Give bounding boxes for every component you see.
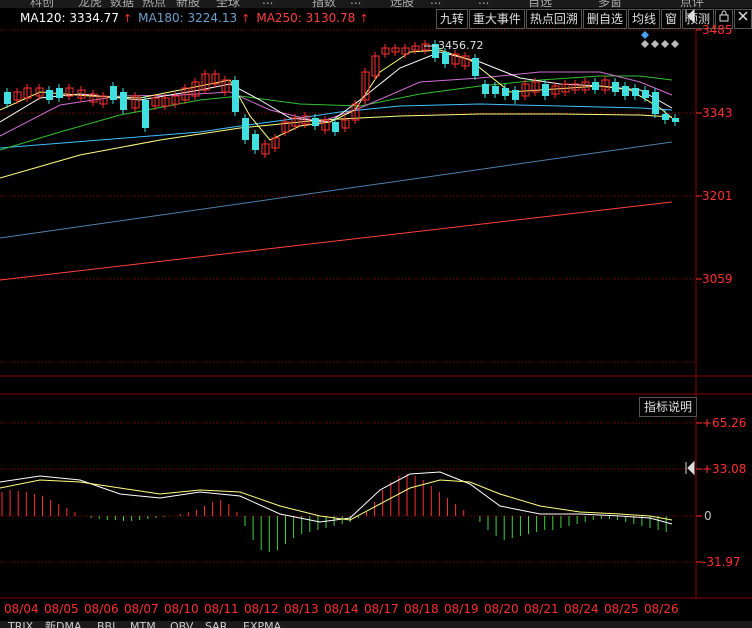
candle-body <box>142 100 149 128</box>
diamond-icon <box>661 40 669 48</box>
candle-body <box>652 92 659 114</box>
candle-body <box>482 84 489 94</box>
date-label: 08/11 <box>204 602 239 616</box>
candle-body <box>672 118 679 122</box>
candle-body <box>120 92 127 110</box>
indicator-tabs: TRIX 新DMA BBI MTM OBV SAR EXPMA <box>0 621 752 628</box>
date-label: 08/25 <box>604 602 639 616</box>
date-label: 08/13 <box>284 602 319 616</box>
date-label: 08/06 <box>84 602 119 616</box>
date-label: 08/18 <box>404 602 439 616</box>
candle-body <box>46 90 53 100</box>
macd-tick-label: 0 <box>704 509 712 523</box>
candle-body <box>312 118 319 126</box>
diamond-icon <box>671 40 679 48</box>
macd-tick-label: -31.97 <box>702 555 741 569</box>
candle-body <box>662 114 669 120</box>
candle-body <box>642 90 649 98</box>
date-label: 08/17 <box>364 602 399 616</box>
indicator-tab[interactable]: OBV <box>170 621 193 628</box>
date-label: 08/24 <box>564 602 599 616</box>
date-label: 08/26 <box>644 602 679 616</box>
candle-body <box>592 82 599 90</box>
candle-body <box>232 80 239 112</box>
candle-body <box>252 134 259 150</box>
price-tick-label: 3059 <box>702 272 733 286</box>
ma180-line <box>0 141 673 239</box>
candle-body <box>110 86 117 100</box>
date-label: 08/14 <box>324 602 359 616</box>
candle-body <box>632 88 639 96</box>
peak-price-label: 3456.72 <box>438 39 484 52</box>
price-tick-label: 3343 <box>702 106 733 120</box>
macd-tick-label: +65.26 <box>702 416 747 430</box>
date-label: 08/19 <box>444 602 479 616</box>
diamond-icon <box>641 31 649 39</box>
candle-body <box>612 82 619 92</box>
indicator-tab[interactable]: SAR <box>205 621 227 628</box>
indicator-tab[interactable]: EXPMA <box>243 621 281 628</box>
indicator-tab[interactable]: MTM <box>130 621 156 628</box>
candle-body <box>242 118 249 140</box>
date-label: 08/12 <box>244 602 279 616</box>
candle-body <box>472 58 479 76</box>
candle-body <box>622 86 629 96</box>
ma10-line <box>0 51 673 123</box>
candle-body <box>56 88 63 98</box>
candle-body <box>332 122 339 132</box>
date-label: 08/05 <box>44 602 79 616</box>
date-label: 08/04 <box>4 602 39 616</box>
date-label: 08/10 <box>164 602 199 616</box>
candle-body <box>512 90 519 100</box>
date-label: 08/20 <box>484 602 519 616</box>
date-label: 08/07 <box>124 602 159 616</box>
price-tick-label: 3201 <box>702 189 733 203</box>
ma250-line <box>0 201 673 281</box>
candle-body <box>492 86 499 94</box>
candle-body <box>502 88 509 96</box>
expand-icon <box>685 8 695 24</box>
indicator-tab[interactable]: 新DMA <box>45 621 82 628</box>
candle-body <box>4 92 11 104</box>
candle-body <box>442 52 449 64</box>
expand-icon <box>685 460 695 476</box>
diamond-icon <box>641 40 649 48</box>
diamond-icon <box>651 40 659 48</box>
candle-body <box>542 84 549 96</box>
macd-tick-label: +33.08 <box>702 462 747 476</box>
indicator-tab[interactable]: BBI <box>97 621 115 628</box>
kline-chart[interactable] <box>0 0 752 628</box>
indicator-explain-button[interactable]: 指标说明 <box>638 397 697 417</box>
date-label: 08/21 <box>524 602 559 616</box>
indicator-tab[interactable]: TRIX <box>8 621 33 628</box>
price-tick-label: 3485 <box>702 23 733 37</box>
